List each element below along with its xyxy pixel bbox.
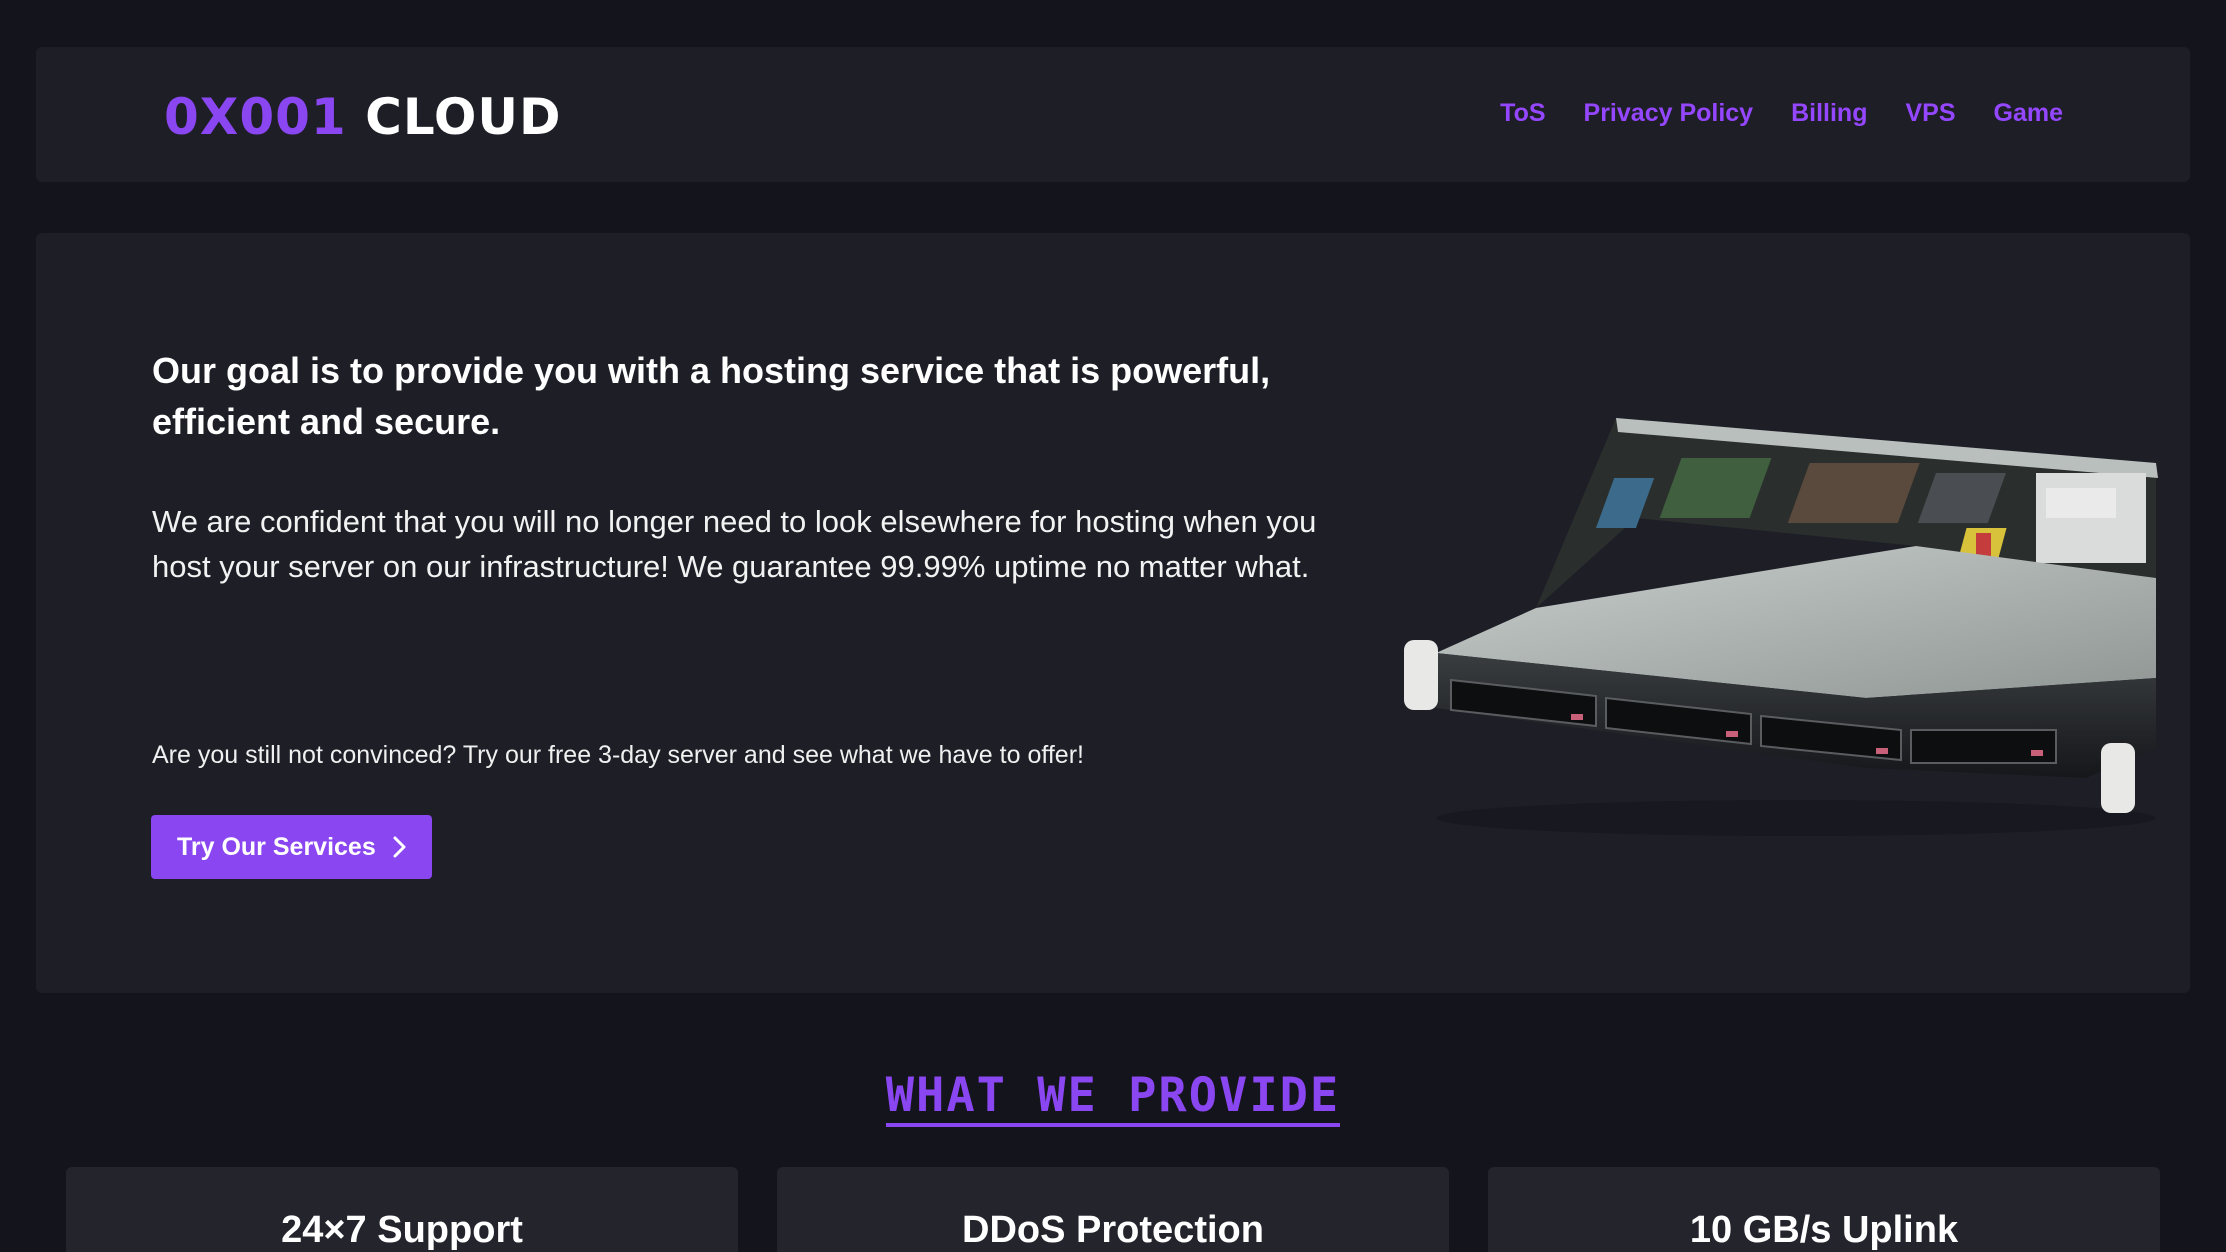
hero-section: Our goal is to provide you with a hostin… xyxy=(36,233,2190,993)
nav-links: ToS Privacy Policy Billing VPS Game xyxy=(1500,93,2063,133)
feature-card-support: 24×7 Support xyxy=(66,1167,738,1252)
nav-link-privacy-policy[interactable]: Privacy Policy xyxy=(1584,93,1754,133)
chevron-right-icon xyxy=(393,836,406,858)
section-title: WHAT WE PROVIDE xyxy=(0,1068,2226,1127)
rack-server-image xyxy=(1404,418,2158,836)
hero-heading: Our goal is to provide you with a hostin… xyxy=(152,350,1271,442)
nav-link-vps[interactable]: VPS xyxy=(1905,93,1955,133)
feature-card-ddos-protection: DDoS Protection xyxy=(777,1167,1449,1252)
try-our-services-label: Try Our Services xyxy=(177,832,376,861)
nav-link-billing[interactable]: Billing xyxy=(1791,93,1867,133)
feature-card-title: 24×7 Support xyxy=(281,1209,523,1251)
feature-card-title: DDoS Protection xyxy=(962,1209,1264,1251)
section-title-text: WHAT WE PROVIDE xyxy=(885,1068,1341,1127)
brand-logo[interactable]: 0X001 CLOUD xyxy=(164,87,562,147)
nav-link-game[interactable]: Game xyxy=(1994,93,2063,133)
nav-link-tos[interactable]: ToS xyxy=(1500,93,1545,133)
brand-logo-prefix: 0X001 xyxy=(164,88,347,146)
navbar: 0X001 CLOUD ToS Privacy Policy Billing V… xyxy=(36,47,2190,182)
page: 0X001 CLOUD ToS Privacy Policy Billing V… xyxy=(0,0,2226,1252)
try-our-services-button[interactable]: Try Our Services xyxy=(151,815,432,879)
hero-note: Are you still not convinced? Try our fre… xyxy=(152,741,1084,769)
feature-card-uplink: 10 GB/s Uplink xyxy=(1488,1167,2160,1252)
brand-logo-suffix: CLOUD xyxy=(365,88,562,146)
hero-body: We are confident that you will no longer… xyxy=(152,504,1317,584)
feature-cards: 24×7 Support DDoS Protection 10 GB/s Upl… xyxy=(66,1167,2160,1252)
feature-card-title: 10 GB/s Uplink xyxy=(1689,1209,1959,1251)
